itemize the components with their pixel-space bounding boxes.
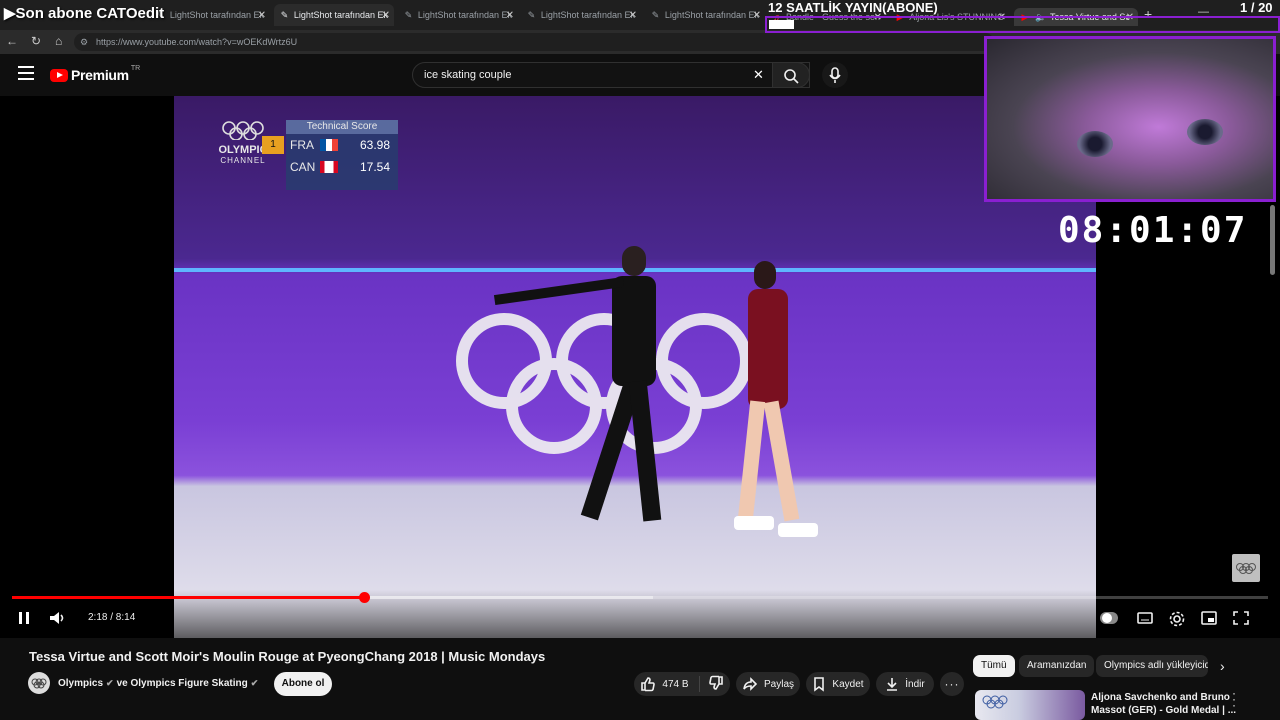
autoplay-toggle[interactable]	[1100, 612, 1118, 624]
settings-button[interactable]	[1168, 610, 1186, 633]
fullscreen-icon	[1233, 611, 1249, 625]
verified-icon: ✔	[250, 678, 259, 688]
voice-search-button[interactable]	[822, 62, 848, 88]
download-icon	[887, 678, 898, 691]
stream-goal-progress-fill	[769, 20, 795, 29]
close-tab-icon[interactable]: ✕	[629, 10, 637, 21]
recommendation-thumbnail[interactable]	[975, 690, 1085, 720]
stream-goal-title: 12 SAATLİK YAYIN(ABONE)	[768, 0, 938, 15]
page-scrollbar[interactable]	[1270, 205, 1275, 275]
close-tab-icon[interactable]: ✕	[382, 10, 390, 21]
chips-next-icon[interactable]: ›	[1220, 658, 1225, 674]
olympic-rings-thumbnail-icon	[982, 695, 1008, 709]
pause-icon	[19, 612, 29, 624]
dislike-button[interactable]	[700, 675, 724, 694]
volume-icon	[50, 612, 64, 624]
verified-icon: ✔	[106, 678, 114, 688]
browser-tab[interactable]: ✎ LightShot tarafından Ek ✕	[521, 4, 641, 26]
cat-eye-left	[1077, 131, 1113, 157]
subscribe-button[interactable]: Abone ol	[274, 672, 332, 696]
browser-tab[interactable]: ✎ LightShot tarafından Ek ✕	[645, 4, 765, 26]
more-actions-button[interactable]: ···	[940, 672, 964, 696]
back-icon[interactable]: ←	[6, 34, 18, 48]
volume-button[interactable]	[48, 610, 66, 626]
webcam-cat-overlay	[984, 36, 1276, 202]
stream-goal-count: 1 / 20	[1240, 0, 1273, 15]
site-info-icon[interactable]: ⚙	[80, 33, 88, 51]
olympic-rings-watermark-icon	[1232, 554, 1260, 582]
olympic-rings-avatar-icon	[31, 678, 47, 689]
reload-icon[interactable]: ↻	[31, 34, 41, 48]
recommendation-menu-icon[interactable]: · · ·	[1232, 687, 1236, 711]
chip-all[interactable]: Tümü	[973, 655, 1015, 677]
skater-female	[734, 261, 824, 541]
close-tab-icon[interactable]: ✕	[753, 10, 761, 21]
search-icon	[784, 69, 799, 84]
url-field[interactable]: ⚙ https://www.youtube.com/watch?v=wOEKdW…	[74, 33, 994, 51]
technical-score-box: Technical Score 1 FRA 63.98 CAN 17.54	[262, 120, 398, 190]
time-display: 2:18 / 8:14	[88, 612, 136, 623]
channel-avatar[interactable]	[28, 672, 50, 694]
bookmark-icon	[814, 677, 825, 692]
autoplay-pause-icon	[1102, 613, 1112, 623]
canada-flag-icon	[320, 161, 338, 173]
microphone-icon	[829, 67, 841, 83]
like-button[interactable]: 474 B	[640, 676, 700, 692]
pen-icon: ✎	[404, 10, 413, 20]
browser-tab[interactable]: ✎ LightShot tarafından Ek ✕	[274, 4, 394, 26]
youtube-logo[interactable]: Premium TR	[50, 65, 140, 83]
save-button[interactable]: Kaydet	[806, 672, 870, 696]
scrubber-handle[interactable]	[358, 592, 370, 603]
hamburger-menu-icon[interactable]	[18, 66, 34, 80]
overlay-latest-subscriber: ▶Son abone CATOedit	[4, 5, 165, 22]
share-button[interactable]: Paylaş	[736, 672, 800, 696]
chip-from-search[interactable]: Aramanızdan	[1019, 655, 1095, 677]
browser-tab[interactable]: ✎ LightShot tarafından Ek ✕	[150, 4, 270, 26]
like-dislike-group: 474 B	[634, 672, 730, 696]
chip-from-uploader[interactable]: Olympics adlı yükleyicid	[1096, 655, 1208, 677]
pen-icon: ✎	[651, 10, 660, 20]
player-controls: 2:18 / 8:14	[0, 590, 1280, 638]
download-button[interactable]: İndir	[876, 672, 934, 696]
subtitles-icon	[1137, 612, 1153, 624]
miniplayer-button[interactable]	[1200, 610, 1218, 631]
skater-male	[493, 246, 674, 536]
miniplayer-icon	[1201, 611, 1217, 625]
close-tab-icon[interactable]: ✕	[258, 10, 266, 21]
youtube-play-logo-icon	[50, 68, 68, 82]
subtitles-button[interactable]	[1136, 610, 1154, 631]
play-icon: ▶	[4, 5, 16, 22]
played-bar	[12, 596, 364, 599]
video-frame[interactable]: OLYMPIC CHANNEL Technical Score 1 FRA 63…	[174, 96, 1096, 638]
stream-goal-progress-frame	[765, 16, 1280, 33]
search-input[interactable]: ice skating couple ✕	[412, 62, 810, 88]
olympic-rings-logo-icon	[222, 121, 264, 141]
share-icon	[743, 677, 758, 691]
france-flag-icon	[320, 139, 338, 151]
search-button[interactable]	[772, 62, 810, 88]
browser-tab[interactable]: ✎ LightShot tarafından Ek ✕	[398, 4, 518, 26]
clear-search-icon[interactable]: ✕	[753, 67, 764, 83]
recommendation-title[interactable]: Aljona Savchenko and Bruno Massot (GER) …	[1091, 691, 1236, 717]
stream-timer: 08:01:07	[1058, 210, 1248, 251]
thumbs-up-icon	[641, 677, 656, 692]
home-icon[interactable]: ⌂	[55, 34, 62, 48]
more-horizontal-icon: ···	[944, 677, 960, 691]
pause-button[interactable]	[16, 610, 32, 626]
video-title: Tessa Virtue and Scott Moir's Moulin Rou…	[29, 649, 546, 664]
cat-eye-right	[1187, 119, 1223, 145]
thumbs-down-icon	[708, 675, 723, 690]
score-row: CAN 17.54	[290, 160, 390, 174]
pen-icon: ✎	[527, 10, 536, 20]
settings-gear-icon	[1169, 611, 1185, 627]
channel-name-row[interactable]: Olympics ✔ ve Olympics Figure Skating ✔	[58, 678, 258, 689]
fullscreen-button[interactable]	[1232, 610, 1250, 631]
score-row: 1 FRA 63.98	[262, 134, 398, 156]
close-tab-icon[interactable]: ✕	[506, 10, 514, 21]
pen-icon: ✎	[280, 10, 289, 20]
